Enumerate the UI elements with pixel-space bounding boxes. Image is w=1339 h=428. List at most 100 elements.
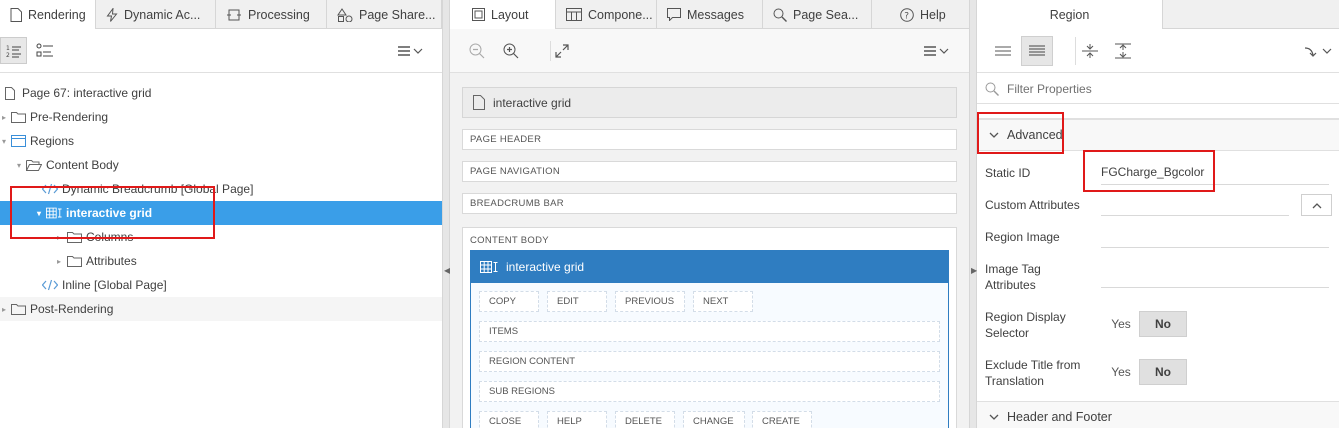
tree-node-post-rendering[interactable]: ▸ Post-Rendering [0,297,442,321]
zoom-in-button[interactable] [500,41,522,61]
collapse-chevron-icon[interactable]: ▸ [0,305,8,314]
exclude-title-toggle[interactable]: Yes No [1103,359,1187,385]
region-display-selector-toggle[interactable]: Yes No [1103,311,1187,337]
left-splitter[interactable]: ◀ [442,0,450,428]
slot-label: BREADCRUMB BAR [470,198,564,209]
expand-chevron-icon[interactable]: ▾ [0,137,8,146]
delete-slot[interactable]: DELETE [615,411,675,428]
create-slot[interactable]: CREATE [752,411,812,428]
tree-node-interactive-grid[interactable]: ▾ interactive grid [0,201,442,225]
slot-label: REGION CONTENT [489,356,576,367]
edit-slot[interactable]: EDIT [547,291,607,312]
custom-attributes-field[interactable] [1101,195,1289,215]
chevron-down-icon [989,132,999,138]
breadcrumb-bar-slot[interactable]: BREADCRUMB BAR [462,193,957,214]
close-slot[interactable]: CLOSE [479,411,539,428]
no-option[interactable]: No [1139,311,1187,337]
yes-option[interactable]: Yes [1103,365,1139,379]
content-body-slot[interactable]: CONTENT BODY interactive grid COPY EDIT … [462,227,957,428]
static-id-field[interactable]: FGCharge_Bgcolor [1101,165,1204,179]
menu-button[interactable] [394,39,428,63]
go-to-group-button[interactable] [1301,39,1337,63]
items-slot[interactable]: ITEMS [479,321,940,342]
tab-rendering[interactable]: Rendering [0,0,96,30]
page-icon [2,86,18,100]
region-header[interactable]: interactive grid [471,251,948,283]
tree-node-label: Columns [86,230,134,244]
layout-pane: Layout Compone... Messages Page Sea... ?… [450,0,969,428]
region-interactive-grid[interactable]: interactive grid COPY EDIT PREVIOUS NEXT… [470,250,949,428]
section-advanced[interactable]: Advanced [977,119,1339,151]
tab-label: Region [1049,7,1090,22]
tree-node-pre-rendering[interactable]: ▸ Pre-Rendering [0,105,442,129]
expand-chevron-icon[interactable]: ▾ [34,209,44,218]
collapse-all-icon [1081,44,1098,58]
filter-properties[interactable]: Filter Properties [977,74,1339,104]
filter-input[interactable]: Filter Properties [1007,82,1092,96]
region-content-slot[interactable]: REGION CONTENT [479,351,940,372]
sub-regions-slot[interactable]: SUB REGIONS [479,381,940,402]
region-image-field[interactable] [1101,226,1329,246]
message-icon [667,8,681,21]
page-header-slot[interactable]: PAGE HEADER [462,129,957,150]
tab-components[interactable]: Compone... [556,0,657,29]
collapse-chevron-icon[interactable]: ▸ [54,257,64,266]
tab-layout[interactable]: Layout [450,0,556,30]
image-tag-attributes-field[interactable] [1101,266,1329,286]
search-icon [773,8,787,22]
expand-chevron-icon[interactable]: ▾ [14,161,24,170]
copy-slot[interactable]: COPY [479,291,539,312]
expand-field-button[interactable] [1301,194,1332,216]
no-option[interactable]: No [1139,359,1187,385]
hamburger-chevron-icon [924,46,949,56]
page-icon [473,95,485,110]
tab-region[interactable]: Region [977,0,1163,30]
slot-label: CLOSE [489,416,522,427]
tree-node-label: Page 67: interactive grid [22,86,152,100]
tree-node-breadcrumb[interactable]: Dynamic Breadcrumb [Global Page] [0,177,442,201]
tab-help[interactable]: ? Help [872,0,969,29]
right-splitter[interactable]: ▶ [969,0,977,428]
tree-node-label: Inline [Global Page] [62,278,167,292]
expand-all-button[interactable] [1109,37,1137,65]
folder-icon [10,110,26,124]
section-header-footer[interactable]: Header and Footer [977,401,1339,428]
layout-page-title[interactable]: interactive grid [462,87,957,118]
change-slot[interactable]: CHANGE [683,411,745,428]
page-navigation-slot[interactable]: PAGE NAVIGATION [462,161,957,182]
expand-button[interactable] [550,41,572,61]
zoom-out-button[interactable] [466,41,488,61]
region-display-selector-label: Region Display Selector [985,310,1066,340]
component-icon [566,8,582,21]
tab-dynamic-actions[interactable]: Dynamic Ac... [96,0,216,29]
tab-page-shared[interactable]: Page Share... [327,0,442,29]
view-grouped-button[interactable] [34,37,56,64]
tab-messages[interactable]: Messages [657,0,763,29]
collapse-chevron-icon[interactable]: ▸ [54,233,64,242]
tree-node-attributes[interactable]: ▸ Attributes [0,249,442,273]
collapse-chevron-icon[interactable]: ▸ [0,113,8,122]
collapse-all-button[interactable] [1075,37,1103,65]
yes-option[interactable]: Yes [1103,317,1139,331]
tab-processing[interactable]: Processing [216,0,327,29]
svg-text:2: 2 [6,52,10,58]
previous-slot[interactable]: PREVIOUS [615,291,685,312]
left-toolbar: 12 [0,29,442,73]
show-common-button[interactable] [989,37,1017,65]
tree-node-inline[interactable]: Inline [Global Page] [0,273,442,297]
property-toolbar [977,29,1339,73]
view-tree-button[interactable]: 12 [0,37,27,64]
region-icon [10,134,26,148]
show-all-button[interactable] [1021,36,1053,66]
help-slot[interactable]: HELP [547,411,607,428]
middle-tabbar: Layout Compone... Messages Page Sea... ?… [450,0,969,30]
next-slot[interactable]: NEXT [693,291,753,312]
tree-node-page[interactable]: Page 67: interactive grid [0,81,442,105]
tree-node-content-body[interactable]: ▾ Content Body [0,153,442,177]
page-title: interactive grid [493,95,572,110]
tree-node-regions[interactable]: ▾ Regions [0,129,442,153]
tree-node-columns[interactable]: ▸ Columns [0,225,442,249]
tab-page-search[interactable]: Page Sea... [763,0,872,29]
tree-node-label: Regions [30,134,75,148]
layout-menu-button[interactable] [920,39,954,63]
